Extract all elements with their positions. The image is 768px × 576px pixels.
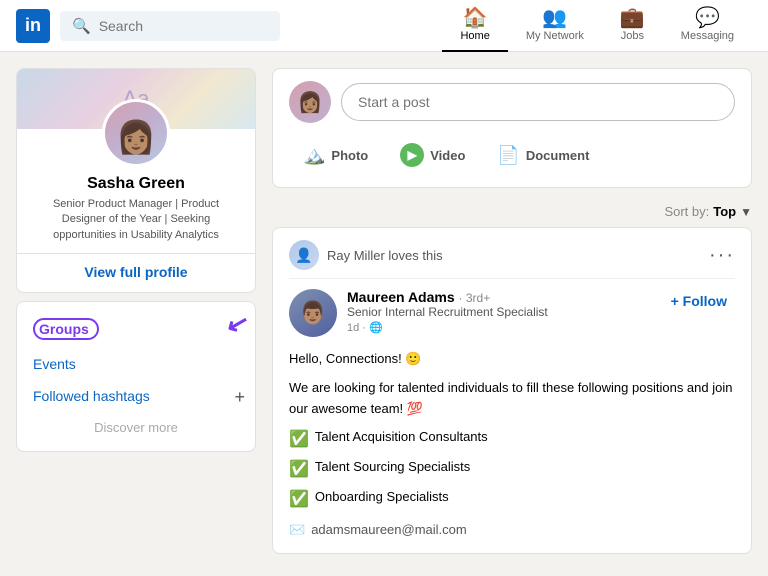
arrow-icon: ↙ xyxy=(224,308,252,339)
loves-person-icon: 👤 xyxy=(295,247,312,264)
bullet-text-2: Talent Sourcing Specialists xyxy=(315,457,470,478)
loves-avatar: 👤 xyxy=(289,240,319,270)
bullet-item-3: ✅ Onboarding Specialists xyxy=(289,487,735,513)
search-icon: 🔍 xyxy=(72,17,91,35)
bullet-text-3: Onboarding Specialists xyxy=(315,487,449,508)
feed-card: 👤 Ray Miller loves this ··· 👨🏽 Maureen A… xyxy=(272,227,752,554)
nav-jobs-label: Jobs xyxy=(621,30,644,42)
sidebar-links: Groups ↙ Events Followed hashtags + Disc… xyxy=(16,301,256,452)
bullet-text-1: Talent Acquisition Consultants xyxy=(315,427,488,448)
sort-by-label: Sort by: xyxy=(664,204,709,219)
post-avatar: 👩🏽 xyxy=(289,81,331,123)
author-person-icon: 👨🏽 xyxy=(299,300,326,326)
linkedin-logo[interactable]: in xyxy=(16,9,50,43)
author-avatar: 👨🏽 xyxy=(289,289,337,337)
post-input[interactable] xyxy=(341,83,735,121)
sidebar-item-events[interactable]: Events xyxy=(17,348,255,380)
nav-jobs[interactable]: 💼 Jobs xyxy=(602,0,663,52)
post-start-row: 👩🏽 xyxy=(289,81,735,123)
discover-more-link[interactable]: Discover more xyxy=(17,412,255,443)
groups-circle: Groups xyxy=(33,318,99,340)
loves-text: Ray Miller loves this xyxy=(327,248,701,263)
checkbox-icon-2: ✅ xyxy=(289,457,309,483)
follow-button[interactable]: + Follow xyxy=(663,289,735,313)
chevron-down-icon[interactable]: ▼ xyxy=(740,205,752,219)
main-header: in 🔍 🏠 Home 👥 My Network 💼 Jobs 💬 Messag… xyxy=(0,0,768,52)
hashtags-label: Followed hashtags xyxy=(33,388,150,404)
email-row: ✉️ adamsmaureen@mail.com xyxy=(289,520,735,541)
more-options-button[interactable]: ··· xyxy=(709,244,735,267)
author-info: Maureen Adams · 3rd+ Senior Internal Rec… xyxy=(347,289,653,334)
jobs-icon: 💼 xyxy=(620,8,645,28)
email-icon: ✉️ xyxy=(289,520,305,541)
post-greeting: Hello, Connections! 🙂 xyxy=(289,349,735,370)
profile-card: Aa 👩🏽 Sasha Green Senior Product Manager… xyxy=(16,68,256,293)
search-input[interactable] xyxy=(99,18,268,34)
checkbox-icon-3: ✅ xyxy=(289,487,309,513)
nav-home[interactable]: 🏠 Home xyxy=(442,0,507,52)
profile-avatar: 👩🏽 xyxy=(102,99,170,167)
post-content: Hello, Connections! 🙂 We are looking for… xyxy=(289,349,735,541)
email-address: adamsmaureen@mail.com xyxy=(311,520,467,541)
post-box: 👩🏽 🏔️ Photo ▶ Video 📄 Document xyxy=(272,68,752,188)
author-subtitle: Senior Internal Recruitment Specialist xyxy=(347,305,653,319)
document-button[interactable]: 📄 Document xyxy=(483,135,603,175)
nav-network-label: My Network xyxy=(526,30,584,42)
author-name-text: Maureen Adams xyxy=(347,289,455,305)
video-button[interactable]: ▶ Video xyxy=(386,135,479,175)
author-degree: · 3rd+ xyxy=(459,291,491,305)
loves-row: 👤 Ray Miller loves this ··· xyxy=(289,240,735,279)
main-feed: 👩🏽 🏔️ Photo ▶ Video 📄 Document xyxy=(272,68,752,554)
profile-title: Senior Product Manager | Product Designe… xyxy=(33,197,239,243)
sidebar-item-groups[interactable]: Groups ↙ xyxy=(17,310,255,348)
post-actions-row: 🏔️ Photo ▶ Video 📄 Document xyxy=(289,135,735,175)
post-intro: We are looking for talented individuals … xyxy=(289,378,735,420)
view-profile-link[interactable]: View full profile xyxy=(33,264,239,280)
photo-icon: 🏔️ xyxy=(303,145,325,166)
profile-divider xyxy=(17,253,255,254)
main-layout: Aa 👩🏽 Sasha Green Senior Product Manager… xyxy=(0,52,768,570)
home-icon: 🏠 xyxy=(463,8,488,28)
nav-home-label: Home xyxy=(460,30,489,42)
post-author-row: 👨🏽 Maureen Adams · 3rd+ Senior Internal … xyxy=(289,289,735,337)
video-icon: ▶ xyxy=(400,143,424,167)
search-bar[interactable]: 🔍 xyxy=(60,11,280,41)
network-icon: 👥 xyxy=(542,8,567,28)
nav-messaging[interactable]: 💬 Messaging xyxy=(663,0,752,52)
photo-label: Photo xyxy=(331,148,368,163)
nav-messaging-label: Messaging xyxy=(681,30,734,42)
left-sidebar: Aa 👩🏽 Sasha Green Senior Product Manager… xyxy=(16,68,256,554)
avatar-person-icon: 👩🏽 xyxy=(116,118,156,156)
add-button[interactable]: + xyxy=(234,387,245,408)
post-avatar-icon: 👩🏽 xyxy=(298,90,323,115)
nav-network[interactable]: 👥 My Network xyxy=(508,0,602,52)
photo-button[interactable]: 🏔️ Photo xyxy=(289,135,382,175)
video-label: Video xyxy=(430,148,465,163)
bullet-item-1: ✅ Talent Acquisition Consultants xyxy=(289,427,735,453)
sidebar-item-hashtags[interactable]: Followed hashtags + xyxy=(17,380,255,412)
document-icon: 📄 xyxy=(497,145,519,166)
profile-name: Sasha Green xyxy=(33,175,239,193)
sort-row: Sort by: Top ▼ xyxy=(272,196,752,227)
author-meta: 1d · 🌐 xyxy=(347,321,653,334)
messaging-icon: 💬 xyxy=(695,8,720,28)
bullet-item-2: ✅ Talent Sourcing Specialists xyxy=(289,457,735,483)
profile-info: Sasha Green Senior Product Manager | Pro… xyxy=(17,167,255,292)
main-nav: 🏠 Home 👥 My Network 💼 Jobs 💬 Messaging xyxy=(442,0,752,52)
avatar-wrap: 👩🏽 xyxy=(17,99,255,167)
document-label: Document xyxy=(526,148,590,163)
author-name: Maureen Adams · 3rd+ xyxy=(347,289,653,305)
checkbox-icon-1: ✅ xyxy=(289,427,309,453)
sort-value[interactable]: Top xyxy=(713,204,736,219)
